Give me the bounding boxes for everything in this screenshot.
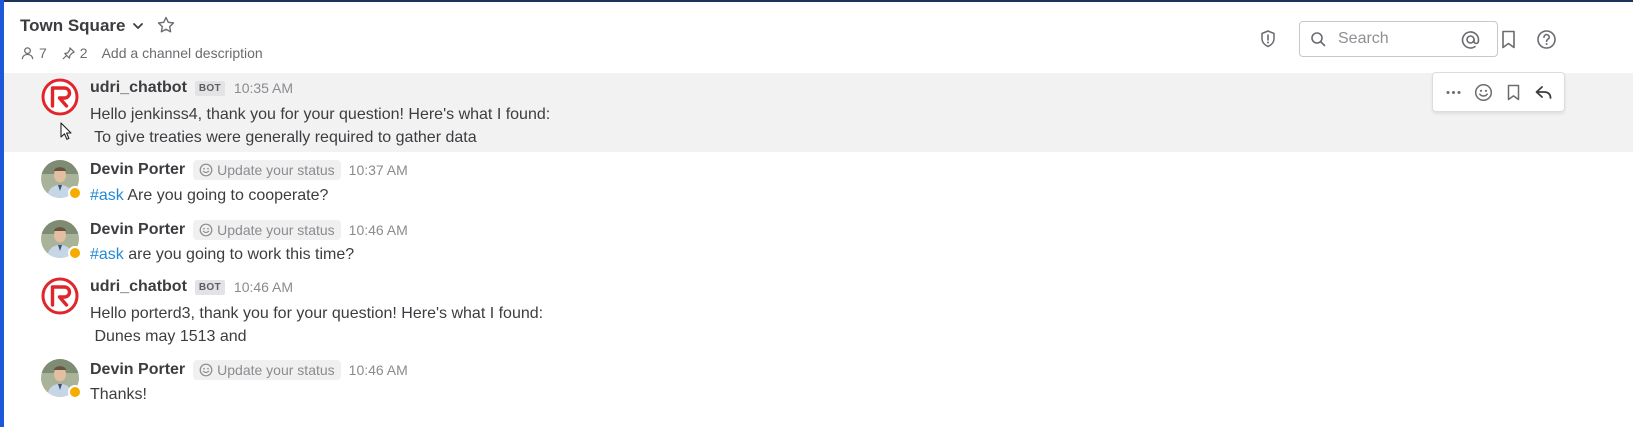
post-author[interactable]: Devin Porter bbox=[90, 221, 185, 239]
emoji-icon[interactable] bbox=[1474, 83, 1493, 102]
update-status-label: Update your status bbox=[217, 162, 335, 178]
pinned-count-button[interactable]: 2 bbox=[61, 45, 88, 61]
user-avatar[interactable] bbox=[41, 220, 82, 260]
post-header: udri_chatbot BOT 10:46 AM bbox=[90, 278, 293, 296]
mouse-cursor-icon bbox=[60, 122, 72, 140]
more-icon[interactable] bbox=[1444, 83, 1463, 102]
post-author[interactable]: udri_chatbot bbox=[90, 79, 187, 97]
post-message: #ask Are you going to cooperate? bbox=[90, 184, 328, 207]
user-avatar[interactable] bbox=[41, 160, 82, 200]
smiley-icon bbox=[199, 223, 213, 237]
post[interactable]: udri_chatbot BOT 10:35 AM Hello jenkinss… bbox=[4, 73, 1633, 152]
message-text: are you going to work this time? bbox=[123, 246, 355, 263]
smiley-icon bbox=[199, 363, 213, 377]
star-icon[interactable] bbox=[156, 15, 176, 35]
update-status-button[interactable]: Update your status bbox=[193, 220, 341, 240]
update-status-button[interactable]: Update your status bbox=[193, 160, 341, 180]
post[interactable]: Devin Porter Update your status 10:37 AM… bbox=[4, 152, 1633, 212]
post-header: Devin Porter Update your status 10:37 AM bbox=[90, 160, 408, 180]
post-message: #ask are you going to work this time? bbox=[90, 243, 354, 266]
channel-header: Town Square 7 2 Add a channel descriptio… bbox=[4, 2, 1633, 74]
bookmark-icon[interactable] bbox=[1498, 29, 1519, 50]
shield-icon[interactable] bbox=[1258, 29, 1278, 49]
update-status-button[interactable]: Update your status bbox=[193, 360, 341, 380]
post-message-line: Hello jenkinss4, thank you for your ques… bbox=[90, 106, 551, 123]
member-count: 7 bbox=[39, 45, 47, 61]
post-message-line: Hello porterd3, thank you for your quest… bbox=[90, 305, 544, 322]
message-text: Are you going to cooperate? bbox=[123, 187, 329, 204]
post-header: Devin Porter Update your status 10:46 AM bbox=[90, 220, 408, 240]
member-icon bbox=[21, 46, 34, 59]
post-time[interactable]: 10:37 AM bbox=[349, 162, 408, 178]
smiley-icon bbox=[199, 163, 213, 177]
away-status-icon bbox=[68, 385, 82, 399]
pin-icon bbox=[62, 46, 75, 60]
post-author[interactable]: Devin Porter bbox=[90, 361, 185, 379]
post[interactable]: Devin Porter Update your status 10:46 AM… bbox=[4, 353, 1633, 427]
post[interactable]: Devin Porter Update your status 10:46 AM… bbox=[4, 212, 1633, 271]
channel-name[interactable]: Town Square bbox=[20, 16, 125, 36]
pinned-count: 2 bbox=[79, 45, 88, 61]
channel-description-link[interactable]: Add a channel description bbox=[102, 45, 263, 61]
bookmark-icon[interactable] bbox=[1504, 83, 1523, 102]
post-time[interactable]: 10:35 AM bbox=[234, 80, 293, 96]
post-author[interactable]: udri_chatbot bbox=[90, 278, 187, 296]
user-avatar[interactable] bbox=[41, 359, 82, 399]
chevron-down-icon[interactable] bbox=[131, 19, 145, 33]
at-mention-icon[interactable] bbox=[1460, 29, 1481, 50]
away-status-icon bbox=[68, 186, 82, 200]
reply-icon[interactable] bbox=[1534, 83, 1553, 102]
post-message-line: Dunes may 1513 and bbox=[90, 328, 247, 345]
post-message-line: To give treaties were generally required… bbox=[90, 129, 477, 146]
channel-meta: 7 2 Add a channel description bbox=[20, 45, 263, 61]
post-header: udri_chatbot BOT 10:35 AM bbox=[90, 79, 293, 97]
post[interactable]: udri_chatbot BOT 10:46 AM Hello porterd3… bbox=[4, 271, 1633, 353]
post-time[interactable]: 10:46 AM bbox=[349, 362, 408, 378]
post-author[interactable]: Devin Porter bbox=[90, 161, 185, 179]
post-time[interactable]: 10:46 AM bbox=[234, 279, 293, 295]
left-accent-bar bbox=[0, 0, 4, 427]
post-action-toolbar bbox=[1432, 72, 1565, 112]
away-status-icon bbox=[68, 246, 82, 260]
search-icon bbox=[1311, 32, 1326, 47]
post-header: Devin Porter Update your status 10:46 AM bbox=[90, 360, 408, 380]
help-icon[interactable] bbox=[1536, 29, 1557, 50]
bot-avatar[interactable] bbox=[41, 78, 79, 116]
update-status-label: Update your status bbox=[217, 222, 335, 238]
update-status-label: Update your status bbox=[217, 362, 335, 378]
post-time[interactable]: 10:46 AM bbox=[349, 222, 408, 238]
bot-avatar[interactable] bbox=[41, 277, 79, 315]
hashtag-link[interactable]: #ask bbox=[90, 246, 124, 263]
bot-badge: BOT bbox=[194, 279, 225, 295]
post-message: Thanks! bbox=[90, 386, 147, 403]
hashtag-link[interactable]: #ask bbox=[90, 187, 124, 204]
channel-title[interactable]: Town Square bbox=[20, 16, 145, 36]
bot-badge: BOT bbox=[194, 80, 225, 96]
member-count-button[interactable]: 7 bbox=[20, 45, 47, 61]
